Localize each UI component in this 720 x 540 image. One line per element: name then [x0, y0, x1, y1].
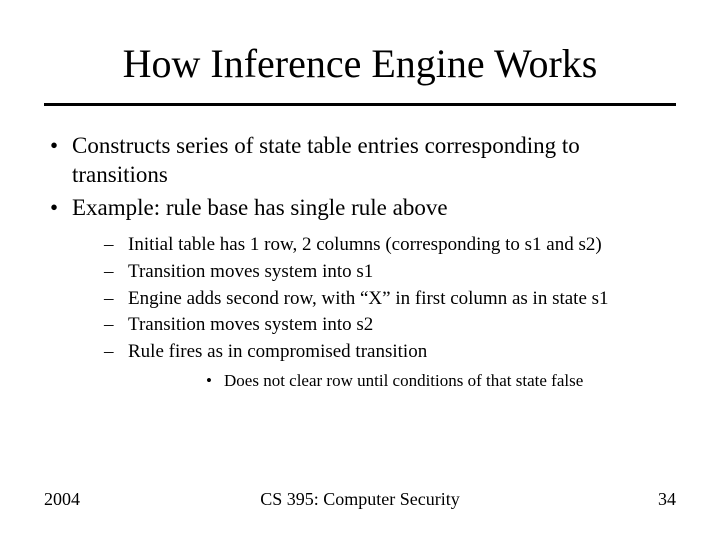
bullet-list: Constructs series of state table entries…	[44, 132, 676, 393]
slide-footer: 2004 CS 395: Computer Security 34	[44, 489, 676, 510]
slide: How Inference Engine Works Constructs se…	[0, 0, 720, 540]
subsubbullet-item: Does not clear row until conditions of t…	[128, 370, 676, 392]
subbullet-list: Initial table has 1 row, 2 columns (corr…	[72, 232, 676, 392]
bullet-text: Example: rule base has single rule above	[72, 195, 448, 220]
subbullet-text: Rule fires as in compromised transition	[128, 341, 427, 362]
subbullet-item: Transition moves system into s2	[72, 312, 676, 338]
footer-year: 2004	[44, 489, 80, 510]
subbullet-item: Initial table has 1 row, 2 columns (corr…	[72, 232, 676, 258]
bullet-item: Example: rule base has single rule above…	[44, 194, 676, 393]
footer-page-number: 34	[658, 489, 676, 510]
subbullet-item: Rule fires as in compromised transition …	[72, 339, 676, 393]
title-divider	[44, 103, 676, 106]
subbullet-item: Transition moves system into s1	[72, 259, 676, 285]
bullet-item: Constructs series of state table entries…	[44, 132, 676, 190]
subbullet-item: Engine adds second row, with “X” in firs…	[72, 286, 676, 312]
slide-title: How Inference Engine Works	[44, 40, 676, 87]
footer-course: CS 395: Computer Security	[44, 489, 676, 510]
subsubbullet-list: Does not clear row until conditions of t…	[128, 370, 676, 392]
